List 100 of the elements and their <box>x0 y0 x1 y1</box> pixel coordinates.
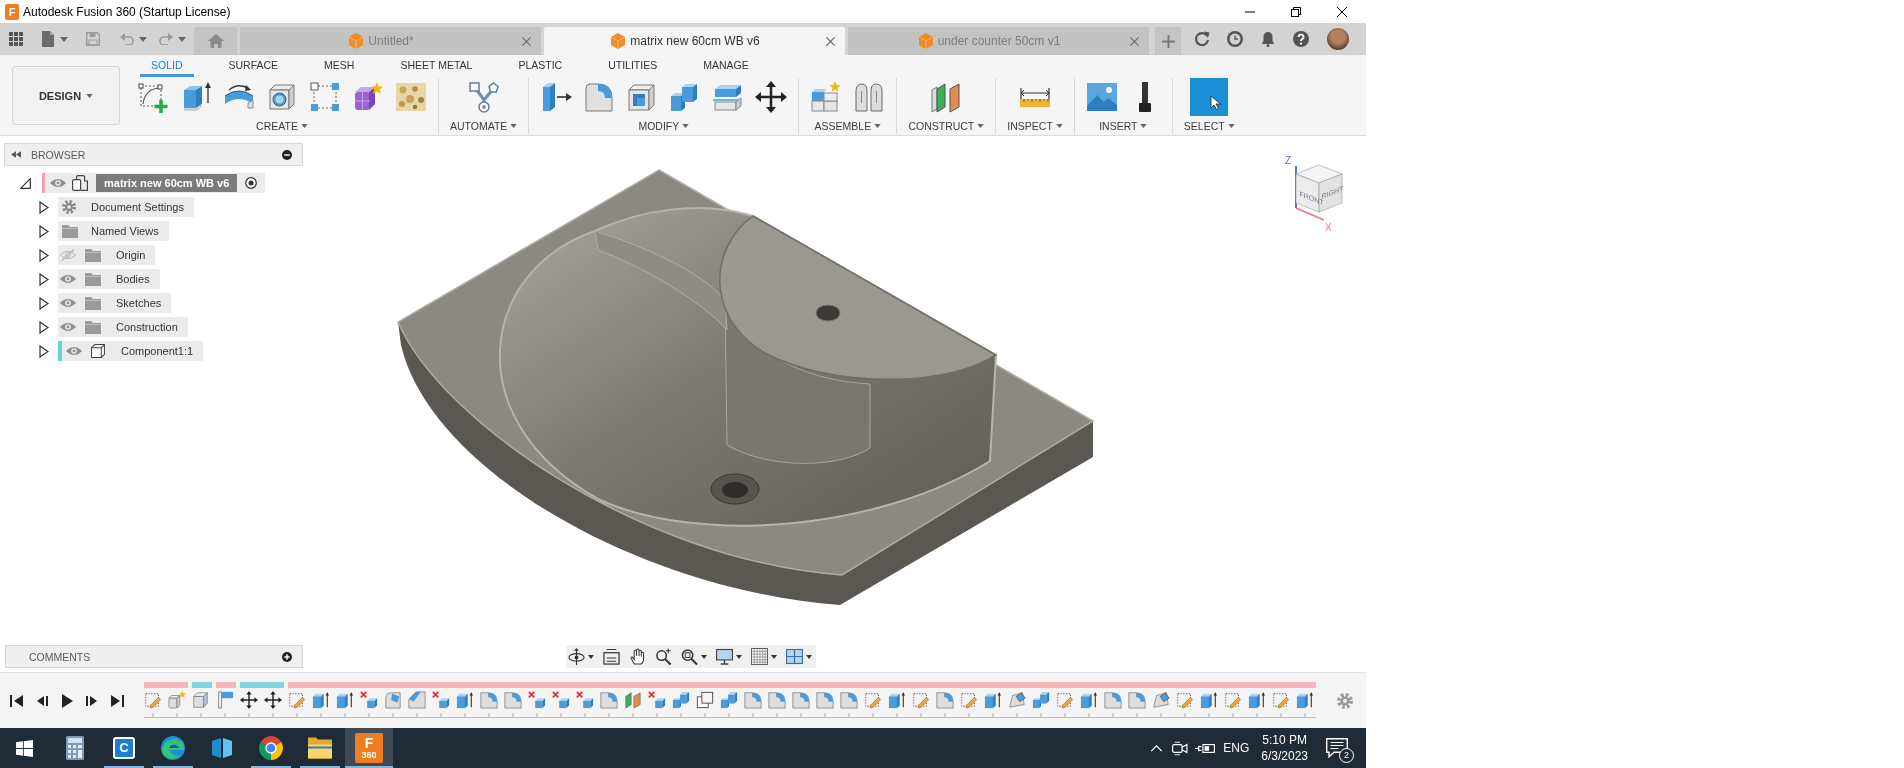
group-menu-button[interactable]: SELECT <box>1183 118 1235 134</box>
settings-icon[interactable] <box>1337 692 1353 709</box>
combine-icon[interactable] <box>1032 691 1050 709</box>
fillet-icon[interactable] <box>1128 691 1146 709</box>
fillet-icon[interactable] <box>792 691 810 709</box>
display-icon[interactable] <box>716 648 733 665</box>
help-icon[interactable] <box>1293 31 1309 47</box>
radio-icon[interactable] <box>245 177 258 189</box>
eye-icon[interactable] <box>60 297 76 309</box>
avatar[interactable] <box>1327 28 1349 50</box>
skip-to-start-icon[interactable] <box>10 693 24 708</box>
file-icon[interactable] <box>42 31 54 47</box>
zoom-window-icon[interactable] <box>681 648 698 665</box>
pattern-icon[interactable] <box>309 81 341 113</box>
pan-icon[interactable] <box>629 648 646 665</box>
combine-icon[interactable] <box>720 691 738 709</box>
group-menu-button[interactable]: INSERT <box>1099 118 1148 134</box>
extrude-icon[interactable] <box>1080 691 1098 709</box>
toolbar-tab[interactable]: SURFACE <box>217 55 290 77</box>
fillet-icon[interactable] <box>816 691 834 709</box>
joint-icon[interactable] <box>853 81 886 113</box>
tree-item[interactable]: Document Settings <box>58 197 194 217</box>
eye-icon[interactable] <box>66 345 82 357</box>
app-menu-icon[interactable] <box>9 32 23 46</box>
box-icon[interactable] <box>192 691 210 709</box>
toolbar-tab[interactable]: SOLID <box>140 55 194 77</box>
clock-icon[interactable] <box>1227 31 1243 47</box>
sketch-icon[interactable] <box>960 691 978 709</box>
tree-toggle-icon[interactable] <box>20 177 31 189</box>
flag-icon[interactable] <box>216 691 234 709</box>
delete-cube-icon[interactable] <box>576 691 594 709</box>
group-menu-button[interactable]: CREATE <box>256 118 308 134</box>
toolbar-tab[interactable]: SHEET METAL <box>389 55 484 77</box>
minus-circle-icon[interactable] <box>282 149 292 160</box>
tree-item[interactable]: Sketches <box>58 293 172 313</box>
document-tab[interactable]: matrix new 60cm WB v6 <box>544 27 845 55</box>
extrude-icon[interactable] <box>1296 691 1314 709</box>
toolbar-tab[interactable]: UTILITIES <box>597 55 669 77</box>
sketch-icon[interactable] <box>864 691 882 709</box>
caret-icon[interactable] <box>701 654 707 659</box>
sketch-icon[interactable] <box>1272 691 1290 709</box>
image-icon[interactable] <box>1085 81 1118 113</box>
tree-toggle-icon[interactable] <box>39 272 49 286</box>
caret-icon[interactable] <box>806 654 812 659</box>
plus-circle-icon[interactable] <box>282 651 292 662</box>
extrude-icon[interactable] <box>888 691 906 709</box>
tree-item[interactable]: Origin <box>58 245 156 265</box>
sketch-icon[interactable] <box>1176 691 1194 709</box>
move-icon[interactable] <box>264 691 282 709</box>
extrude-icon[interactable] <box>312 691 330 709</box>
sketch-icon[interactable] <box>1224 691 1242 709</box>
sketch-icon[interactable] <box>1056 691 1074 709</box>
sketch-plus-icon[interactable] <box>137 81 169 113</box>
eye-icon[interactable] <box>60 321 76 333</box>
fillet-icon[interactable] <box>936 691 954 709</box>
extrude-icon[interactable] <box>1248 691 1266 709</box>
sketch-icon[interactable] <box>144 691 162 709</box>
hole-icon[interactable] <box>266 81 298 113</box>
draft-icon[interactable] <box>1152 691 1170 709</box>
zoom-icon[interactable] <box>655 648 672 665</box>
start-menu-icon[interactable] <box>15 739 33 757</box>
collapse-icon[interactable] <box>11 151 21 158</box>
clock-time[interactable]: 5:10 PM <box>1262 733 1307 747</box>
extrude-icon[interactable] <box>456 691 474 709</box>
sketch-icon[interactable] <box>912 691 930 709</box>
play-icon[interactable] <box>60 693 74 708</box>
extrude-icon[interactable] <box>336 691 354 709</box>
tree-item[interactable]: Construction <box>58 317 188 337</box>
notification-icon[interactable] <box>1326 738 1348 758</box>
move-icon[interactable] <box>755 81 788 113</box>
step-forward-icon[interactable] <box>85 693 99 708</box>
close-icon[interactable] <box>1337 6 1347 17</box>
move-icon[interactable] <box>240 691 258 709</box>
texture-tile-icon[interactable] <box>395 81 427 113</box>
caret-icon[interactable] <box>736 654 742 659</box>
camera-icon[interactable] <box>1172 740 1189 756</box>
orbit-icon[interactable] <box>568 648 585 665</box>
plane-icon[interactable] <box>930 81 963 113</box>
delete-cube-icon[interactable] <box>648 691 666 709</box>
tree-toggle-icon[interactable] <box>39 224 49 238</box>
delete-cube-icon[interactable] <box>360 691 378 709</box>
tree-toggle-icon[interactable] <box>39 320 49 334</box>
group-menu-button[interactable]: AUTOMATE <box>450 118 518 134</box>
tree-item[interactable]: Bodies <box>58 269 160 289</box>
tree-toggle-icon[interactable] <box>39 296 49 310</box>
caret-icon[interactable] <box>771 654 777 659</box>
eye-icon[interactable] <box>60 273 76 285</box>
caret-icon[interactable] <box>588 654 594 659</box>
fillet-icon[interactable] <box>480 691 498 709</box>
delete-cube-icon[interactable] <box>528 691 546 709</box>
delete-cube-icon[interactable] <box>432 691 450 709</box>
chamfer-icon[interactable] <box>408 691 426 709</box>
draft-icon[interactable] <box>1008 691 1026 709</box>
tree-toggle-icon[interactable] <box>39 200 49 214</box>
node-graph-icon[interactable] <box>467 81 500 113</box>
group-menu-button[interactable]: CONSTRUCT <box>908 118 985 134</box>
form-icon[interactable] <box>352 81 384 113</box>
offset-icon[interactable] <box>696 691 714 709</box>
tree-item[interactable]: Component1:1 <box>62 341 204 361</box>
fillet-icon[interactable] <box>840 691 858 709</box>
